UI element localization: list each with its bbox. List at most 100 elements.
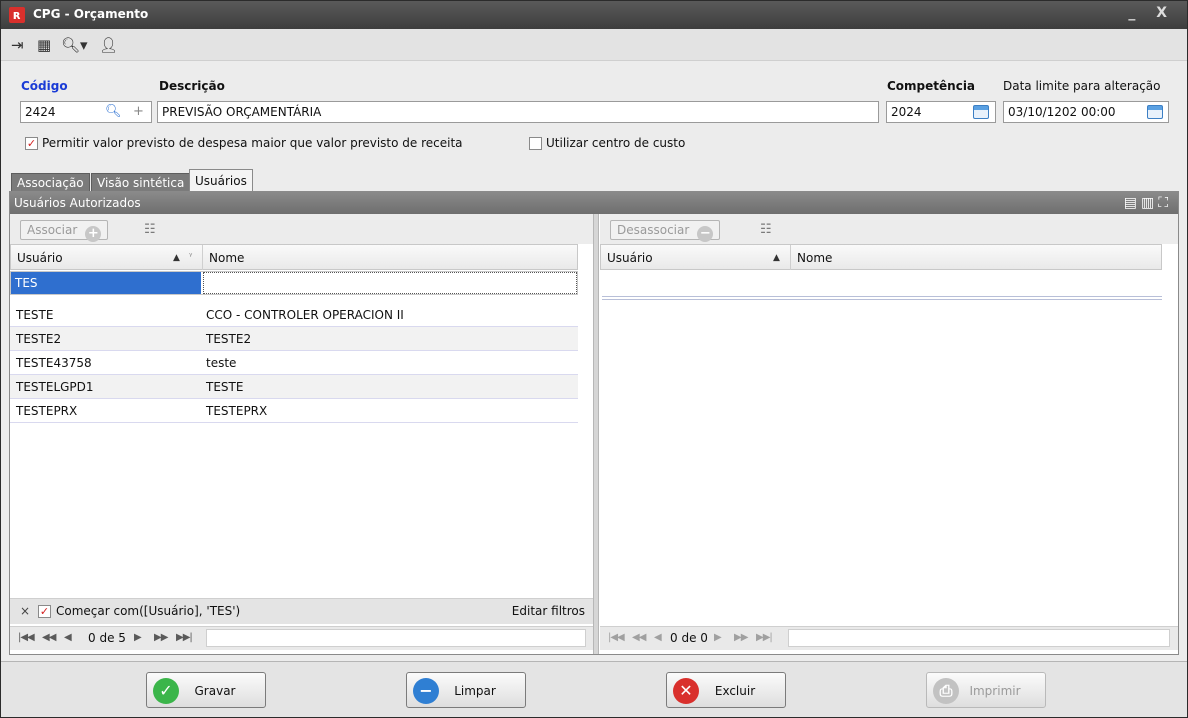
filter-status-bar: × ✓ Começar com([Usuário], 'TES') Editar…	[10, 598, 593, 624]
window-controls[interactable]: _ X	[1128, 5, 1175, 21]
panel-splitter[interactable]	[593, 214, 599, 654]
app-logo-icon: ʀ	[9, 7, 25, 23]
calendar-icon[interactable]	[973, 105, 989, 119]
descricao-value: PREVISÃO ORÇAMENTÁRIA	[162, 105, 322, 119]
limpar-label: Limpar	[454, 684, 496, 698]
data-limite-label: Data limite para alteração	[1003, 79, 1161, 93]
codigo-value: 2424	[25, 105, 56, 119]
toolbar: ⇥ ▦ 🔍︎▾ 👤︎	[1, 29, 1187, 61]
next-page-icon[interactable]: ▶▶	[734, 632, 748, 643]
tab-visao-sintetica[interactable]: Visão sintética	[91, 173, 191, 192]
cell-nome: TESTE2	[206, 332, 252, 346]
record-counter: 0 de 0	[670, 631, 708, 645]
preview-icon[interactable]: ▦	[37, 36, 51, 54]
lookup-search-icon[interactable]: 🔍︎	[105, 103, 122, 121]
main-window: ʀ CPG - Orçamento _ X ⇥ ▦ 🔍︎▾ 👤︎ Código …	[0, 0, 1188, 718]
col-header-nome[interactable]: Nome	[203, 245, 579, 270]
prev-record-icon[interactable]: ◀	[654, 632, 662, 643]
horizontal-scrollbar[interactable]	[788, 629, 1170, 647]
edit-filters-link[interactable]: Editar filtros	[512, 604, 585, 618]
search-icon[interactable]: 🔍︎▾	[61, 36, 88, 54]
detail-view-icon[interactable]: ▥	[1141, 195, 1158, 211]
filter-funnel-icon[interactable]: ᵧ	[189, 249, 192, 259]
left-navigator: |◀◀ ◀◀ ◀ 0 de 5 ▶ ▶▶ ▶▶|	[10, 626, 593, 650]
prev-page-icon[interactable]: ◀◀	[42, 632, 56, 643]
desassociar-button[interactable]: Desassociar −	[610, 220, 721, 242]
usuario-filter-input[interactable]: TES	[11, 272, 201, 294]
next-record-icon[interactable]: ▶	[714, 632, 722, 643]
cell-usuario: TESTE	[16, 308, 54, 322]
tab-associacao[interactable]: Associação	[11, 173, 90, 192]
empty-row-indicator	[602, 296, 1162, 300]
right-grid: Usuário ▲ Nome	[600, 244, 1178, 624]
list-view-icon[interactable]: ▤	[1124, 195, 1141, 211]
competencia-value: 2024	[891, 105, 922, 119]
permitir-label: Permitir valor previsto de despesa maior…	[42, 136, 463, 150]
excluir-button[interactable]: ✕ Excluir	[666, 672, 786, 708]
imprimir-button[interactable]: ⎙ Imprimir	[926, 672, 1046, 708]
left-subtoolbar: Associar + ☷	[10, 214, 593, 244]
descricao-label: Descrição	[159, 79, 225, 93]
first-page-icon[interactable]: |◀◀	[608, 632, 625, 643]
centro-custo-label: Utilizar centro de custo	[546, 136, 686, 150]
add-icon[interactable]: +	[133, 103, 144, 121]
competencia-label: Competência	[887, 79, 976, 93]
table-row[interactable]: TESTE CCO - CONTROLER OPERACION II	[10, 303, 578, 327]
panel-view-icons: ▤▥⛶	[1124, 195, 1172, 211]
col-header-nome[interactable]: Nome	[791, 245, 1163, 270]
table-row[interactable]: TESTELGPD1 TESTE	[10, 375, 578, 399]
plus-circle-icon: +	[85, 226, 102, 242]
panel-header: Usuários Autorizados ▤▥⛶	[10, 192, 1178, 214]
horizontal-scrollbar[interactable]	[206, 629, 586, 647]
nome-filter-input[interactable]	[203, 272, 577, 294]
left-grid: Usuário ▲ ᵧ Nome TES TESTE CCO - CONTROL…	[10, 244, 593, 596]
window-title: CPG - Orçamento	[33, 7, 149, 21]
left-grid-header: Usuário ▲ ᵧ Nome	[10, 244, 578, 270]
associar-button[interactable]: Associar +	[20, 220, 109, 242]
remove-grid-icon[interactable]: ☷	[760, 223, 780, 237]
prev-page-icon[interactable]: ◀◀	[632, 632, 646, 643]
right-navigator: |◀◀ ◀◀ ◀ 0 de 0 ▶ ▶▶ ▶▶|	[600, 626, 1178, 650]
filter-active-checkbox[interactable]: ✓	[38, 605, 51, 618]
data-limite-value: 03/10/1202 00:00	[1008, 105, 1116, 119]
exit-icon[interactable]: ⇥	[11, 36, 24, 54]
panel-title: Usuários Autorizados	[14, 196, 141, 210]
table-row[interactable]: TESTE2 TESTE2	[10, 327, 578, 351]
imprimir-label: Imprimir	[969, 684, 1021, 698]
next-page-icon[interactable]: ▶▶	[154, 632, 168, 643]
add-grid-icon[interactable]: ☷	[144, 223, 164, 237]
codigo-label: Código	[21, 79, 68, 93]
table-row[interactable]: TESTE43758 teste	[10, 351, 578, 375]
prev-record-icon[interactable]: ◀	[64, 632, 72, 643]
clear-filter-icon[interactable]: ×	[20, 604, 30, 618]
cell-nome: CCO - CONTROLER OPERACION II	[206, 308, 404, 322]
data-limite-input[interactable]: 03/10/1202 00:00	[1003, 101, 1169, 123]
next-record-icon[interactable]: ▶	[134, 632, 142, 643]
filter-expression: Começar com([Usuário], 'TES')	[56, 604, 241, 618]
centro-custo-checkbox[interactable]	[529, 137, 542, 150]
right-subtoolbar: Desassociar − ☷	[600, 214, 1178, 244]
cell-nome: TESTEPRX	[206, 404, 268, 418]
associar-label: Associar	[27, 223, 78, 237]
first-page-icon[interactable]: |◀◀	[18, 632, 35, 643]
limpar-button[interactable]: − Limpar	[406, 672, 526, 708]
cell-usuario: TESTELGPD1	[16, 380, 94, 394]
descricao-input[interactable]: PREVISÃO ORÇAMENTÁRIA	[157, 101, 879, 123]
cell-usuario: TESTE43758	[16, 356, 92, 370]
title-bar: ʀ CPG - Orçamento _ X	[1, 1, 1187, 29]
user-icon[interactable]: 👤︎	[99, 36, 118, 54]
last-page-icon[interactable]: ▶▶|	[756, 632, 773, 643]
permitir-checkbox[interactable]: ✓	[25, 137, 38, 150]
footer-bar: ✓ Gravar − Limpar ✕ Excluir ⎙ Imprimir	[1, 661, 1187, 717]
last-page-icon[interactable]: ▶▶|	[176, 632, 193, 643]
excluir-label: Excluir	[714, 684, 756, 698]
table-row[interactable]: TESTEPRX TESTEPRX	[10, 399, 578, 423]
sort-asc-icon: ▲	[773, 253, 780, 263]
record-counter: 0 de 5	[88, 631, 126, 645]
gravar-button[interactable]: ✓ Gravar	[146, 672, 266, 708]
minus-circle-icon: −	[697, 226, 714, 242]
col-header-usuario[interactable]: Usuário	[601, 245, 791, 270]
expand-icon[interactable]: ⛶	[1158, 195, 1172, 211]
calendar-icon[interactable]	[1147, 105, 1163, 119]
tab-usuarios[interactable]: Usuários	[189, 169, 253, 192]
